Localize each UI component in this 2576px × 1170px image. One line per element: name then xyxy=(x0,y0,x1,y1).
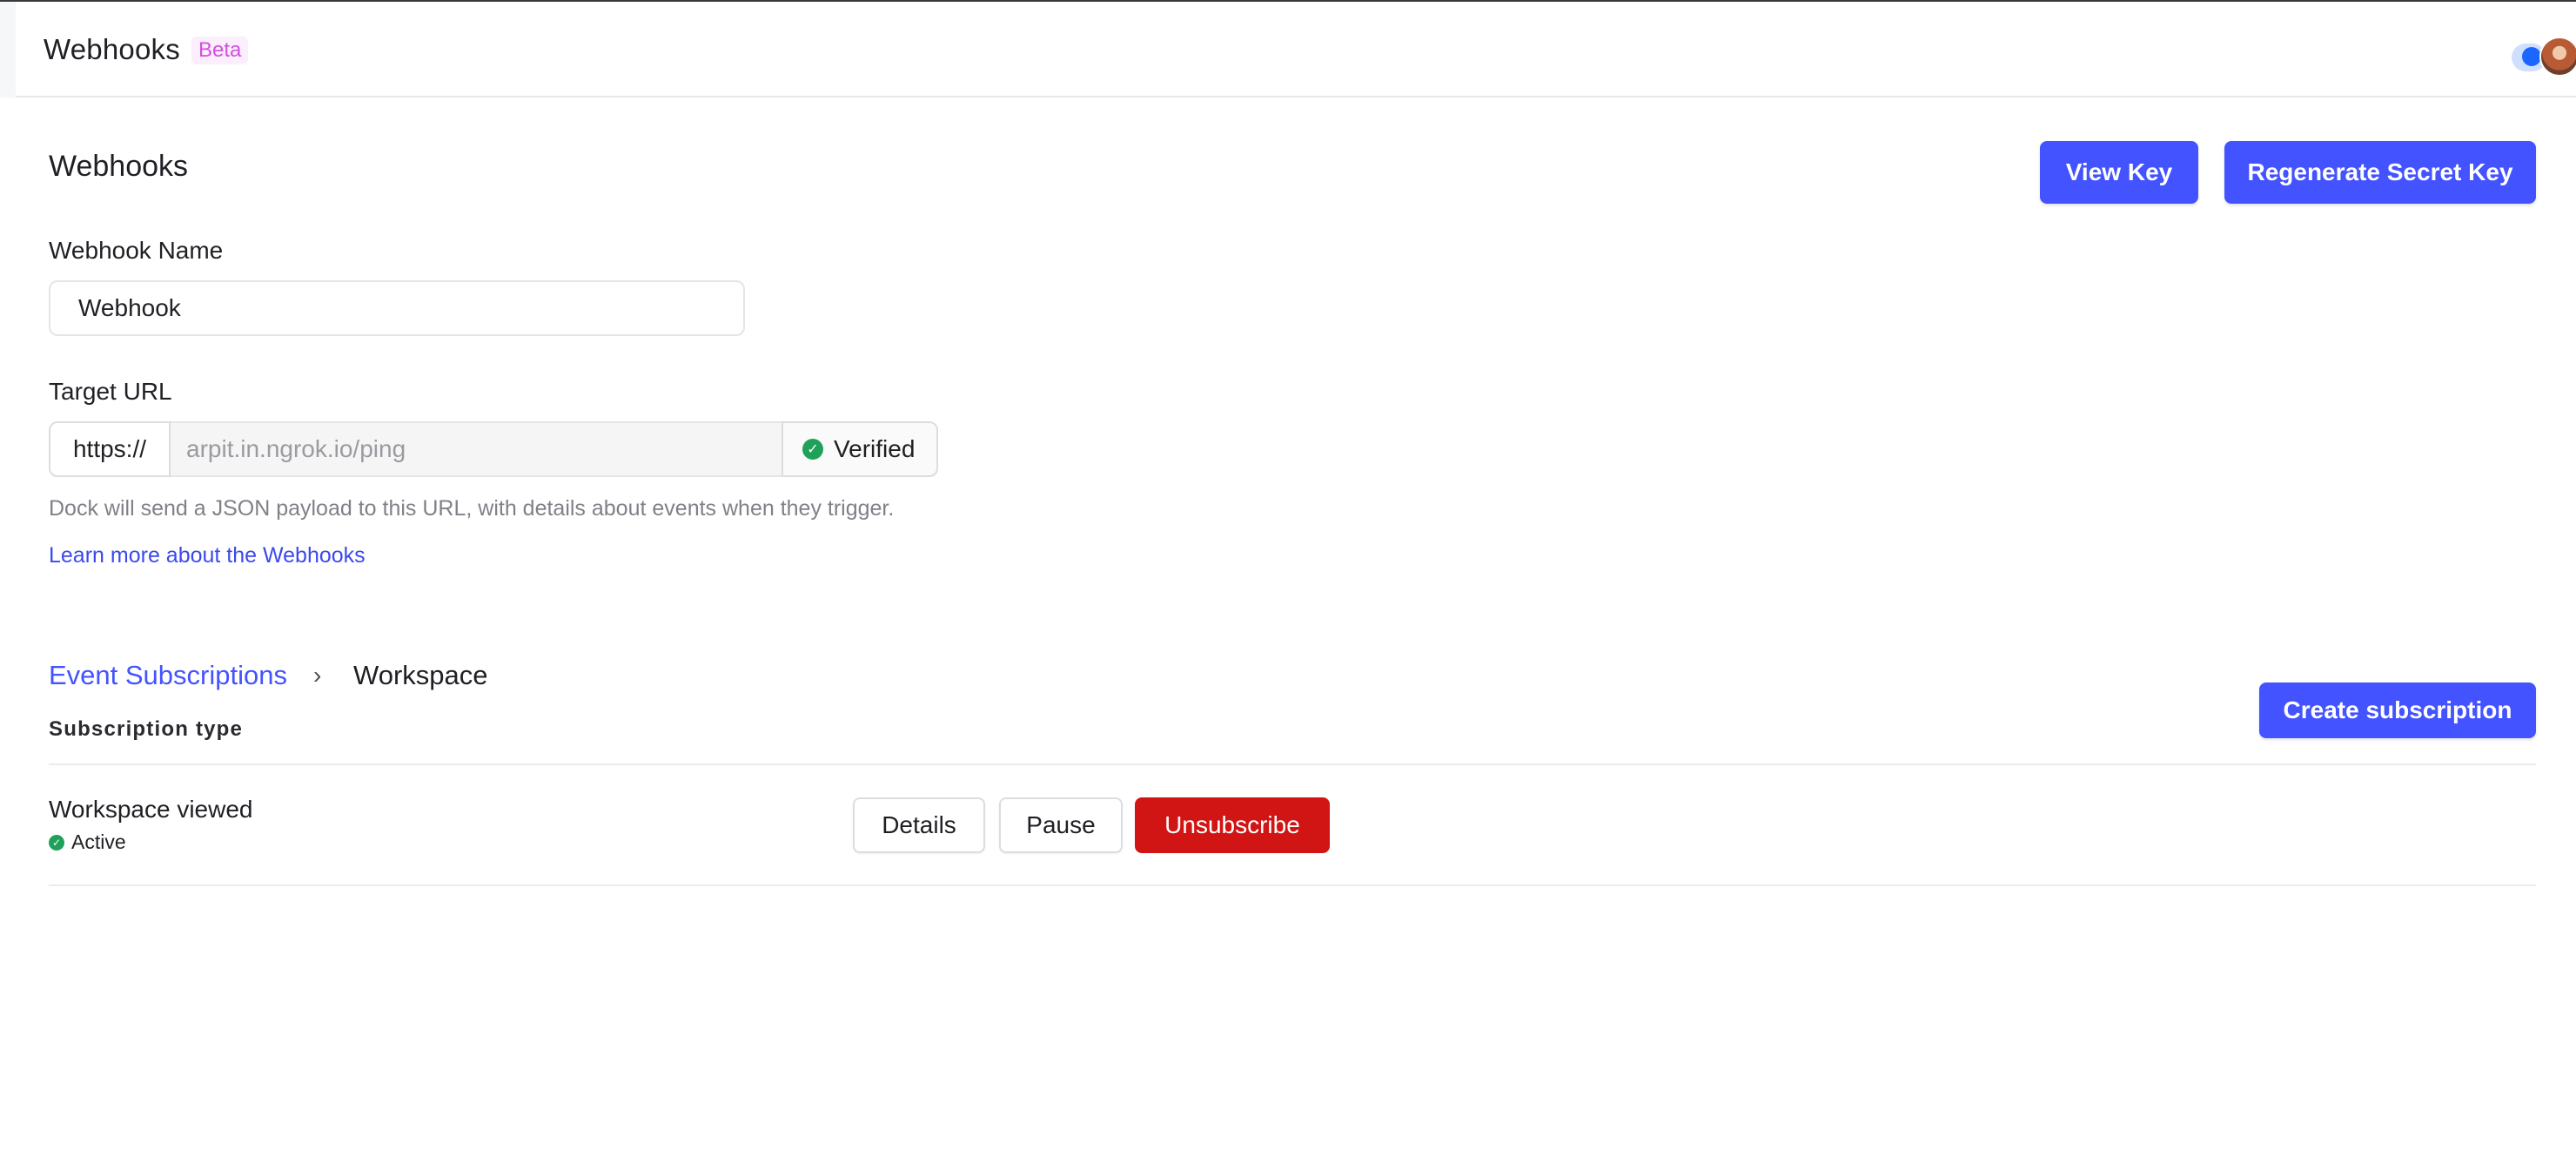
pause-button[interactable]: Pause xyxy=(999,797,1123,853)
top-bar: Webhooks Beta xyxy=(0,2,2576,98)
target-url-help-text: Dock will send a JSON payload to this UR… xyxy=(49,496,895,521)
beta-badge: Beta xyxy=(191,37,249,64)
avatar[interactable] xyxy=(2539,37,2576,77)
url-verified-status: ✓ Verified xyxy=(782,421,938,477)
table-divider xyxy=(49,763,2536,765)
sidebar-edge xyxy=(0,2,16,98)
webhook-name-input[interactable]: Webhook xyxy=(49,280,745,336)
status-label: Active xyxy=(71,830,126,853)
target-url-group: https:// arpit.in.ngrok.io/ping ✓ Verifi… xyxy=(49,421,938,477)
create-subscription-button[interactable]: Create subscription xyxy=(2259,682,2536,738)
breadcrumb-workspace: Workspace xyxy=(353,660,488,690)
learn-more-link[interactable]: Learn more about the Webhooks xyxy=(49,543,366,568)
chat-icon xyxy=(2522,47,2541,66)
subscription-name: Workspace viewed xyxy=(49,796,253,823)
breadcrumb-event-subscriptions[interactable]: Event Subscriptions xyxy=(49,660,287,691)
regenerate-secret-key-button[interactable]: Regenerate Secret Key xyxy=(2224,141,2536,204)
unsubscribe-button[interactable]: Unsubscribe xyxy=(1135,797,1330,853)
page-title: Webhooks xyxy=(49,150,189,183)
table-divider xyxy=(49,884,2536,886)
check-circle-icon: ✓ xyxy=(802,439,823,460)
subscription-type-header: Subscription type xyxy=(49,717,244,741)
webhook-name-label: Webhook Name xyxy=(49,237,224,264)
app-title: Webhooks xyxy=(44,33,180,65)
status-badge: ✓ Active xyxy=(49,830,126,854)
view-key-button[interactable]: View Key xyxy=(2040,141,2198,204)
url-protocol-prefix: https:// xyxy=(49,421,171,477)
verified-label: Verified xyxy=(834,435,916,462)
user-menu[interactable] xyxy=(2506,37,2576,78)
details-button[interactable]: Details xyxy=(853,797,985,853)
chevron-right-icon: › xyxy=(313,662,322,689)
check-circle-icon: ✓ xyxy=(49,834,64,851)
target-url-label: Target URL xyxy=(49,378,172,405)
target-url-input[interactable]: arpit.in.ngrok.io/ping xyxy=(171,421,782,477)
